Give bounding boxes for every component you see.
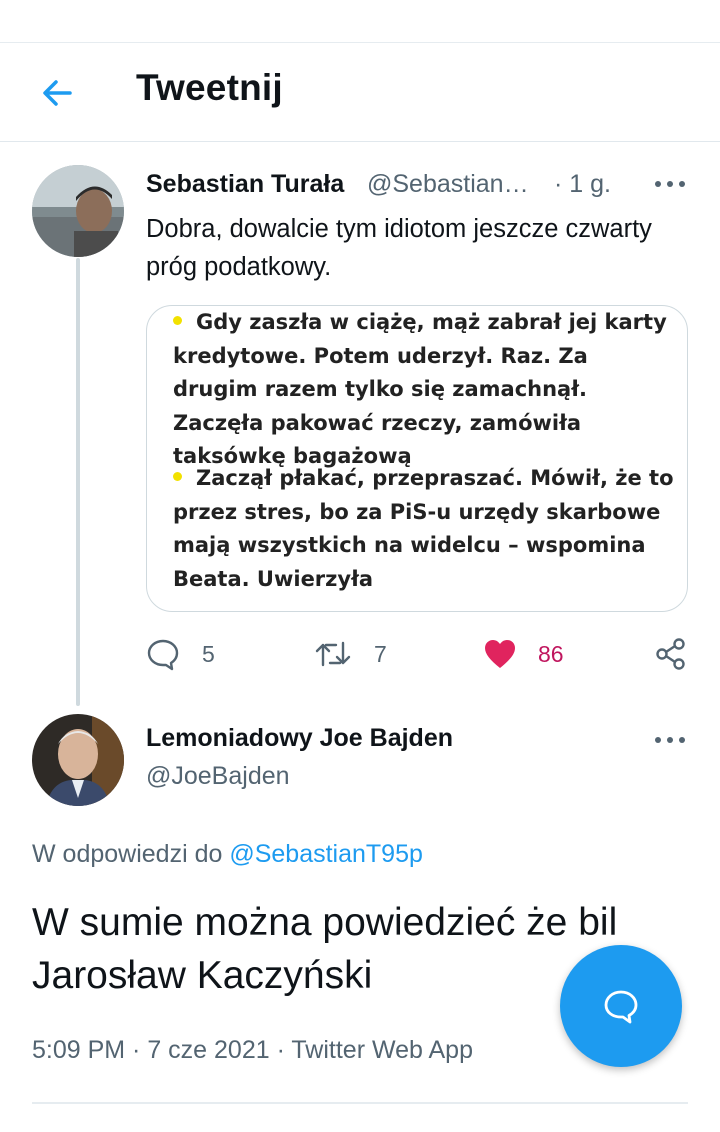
more-icon bbox=[655, 737, 685, 743]
author-handle[interactable]: @JoeBajden bbox=[146, 762, 290, 791]
tweet-metadata[interactable]: 5:09 PM · 7 cze 2021 · Twitter Web App bbox=[32, 1036, 473, 1065]
divider bbox=[32, 1102, 688, 1104]
heart-icon bbox=[485, 640, 515, 668]
retweet-button[interactable]: 7 bbox=[314, 634, 387, 674]
more-button[interactable] bbox=[652, 728, 688, 752]
back-arrow-icon bbox=[43, 80, 72, 106]
thread-connector bbox=[76, 258, 80, 706]
reply-handle-link[interactable]: @SebastianT95p bbox=[229, 840, 423, 868]
author-name[interactable]: Sebastian Turała bbox=[146, 170, 344, 199]
avatar[interactable] bbox=[32, 165, 124, 257]
reply-count: 5 bbox=[202, 640, 215, 667]
reply-button[interactable]: 5 bbox=[146, 634, 215, 674]
author-handle[interactable]: @Sebastian… bbox=[367, 170, 537, 199]
like-button[interactable]: 86 bbox=[484, 634, 564, 674]
header: Tweetnij bbox=[0, 43, 720, 142]
tweet-image[interactable]: Gdy zaszła w ciążę, mąż zabrał jej karty… bbox=[146, 305, 688, 612]
more-button[interactable] bbox=[652, 172, 688, 196]
back-button[interactable] bbox=[36, 71, 80, 115]
retweet-icon bbox=[315, 641, 351, 667]
reply-context: W odpowiedzi do @SebastianT95p bbox=[32, 840, 423, 868]
bullet-icon bbox=[173, 316, 182, 325]
tweet-time[interactable]: · 1 g. bbox=[554, 170, 611, 199]
image-paragraph: Zaczął płakać, przepraszać. Mówił, że to… bbox=[173, 466, 674, 591]
share-button[interactable] bbox=[654, 634, 688, 674]
reply-icon bbox=[147, 639, 179, 671]
share-icon bbox=[656, 638, 685, 670]
status-strip bbox=[0, 0, 720, 43]
bullet-icon bbox=[173, 472, 182, 481]
page-title: Tweetnij bbox=[136, 67, 283, 108]
avatar[interactable] bbox=[32, 714, 124, 806]
like-count: 86 bbox=[538, 640, 564, 667]
tweet-text: Dobra, dowalcie tym idiotom jeszcze czwa… bbox=[146, 215, 652, 281]
more-icon bbox=[655, 181, 685, 187]
author-name[interactable]: Lemoniadowy Joe Bajden bbox=[146, 724, 453, 753]
retweet-count: 7 bbox=[374, 640, 387, 667]
compose-reply-icon bbox=[604, 990, 638, 1024]
image-paragraph: Gdy zaszła w ciążę, mąż zabrał jej karty… bbox=[173, 310, 667, 468]
compose-reply-button[interactable] bbox=[560, 945, 682, 1067]
